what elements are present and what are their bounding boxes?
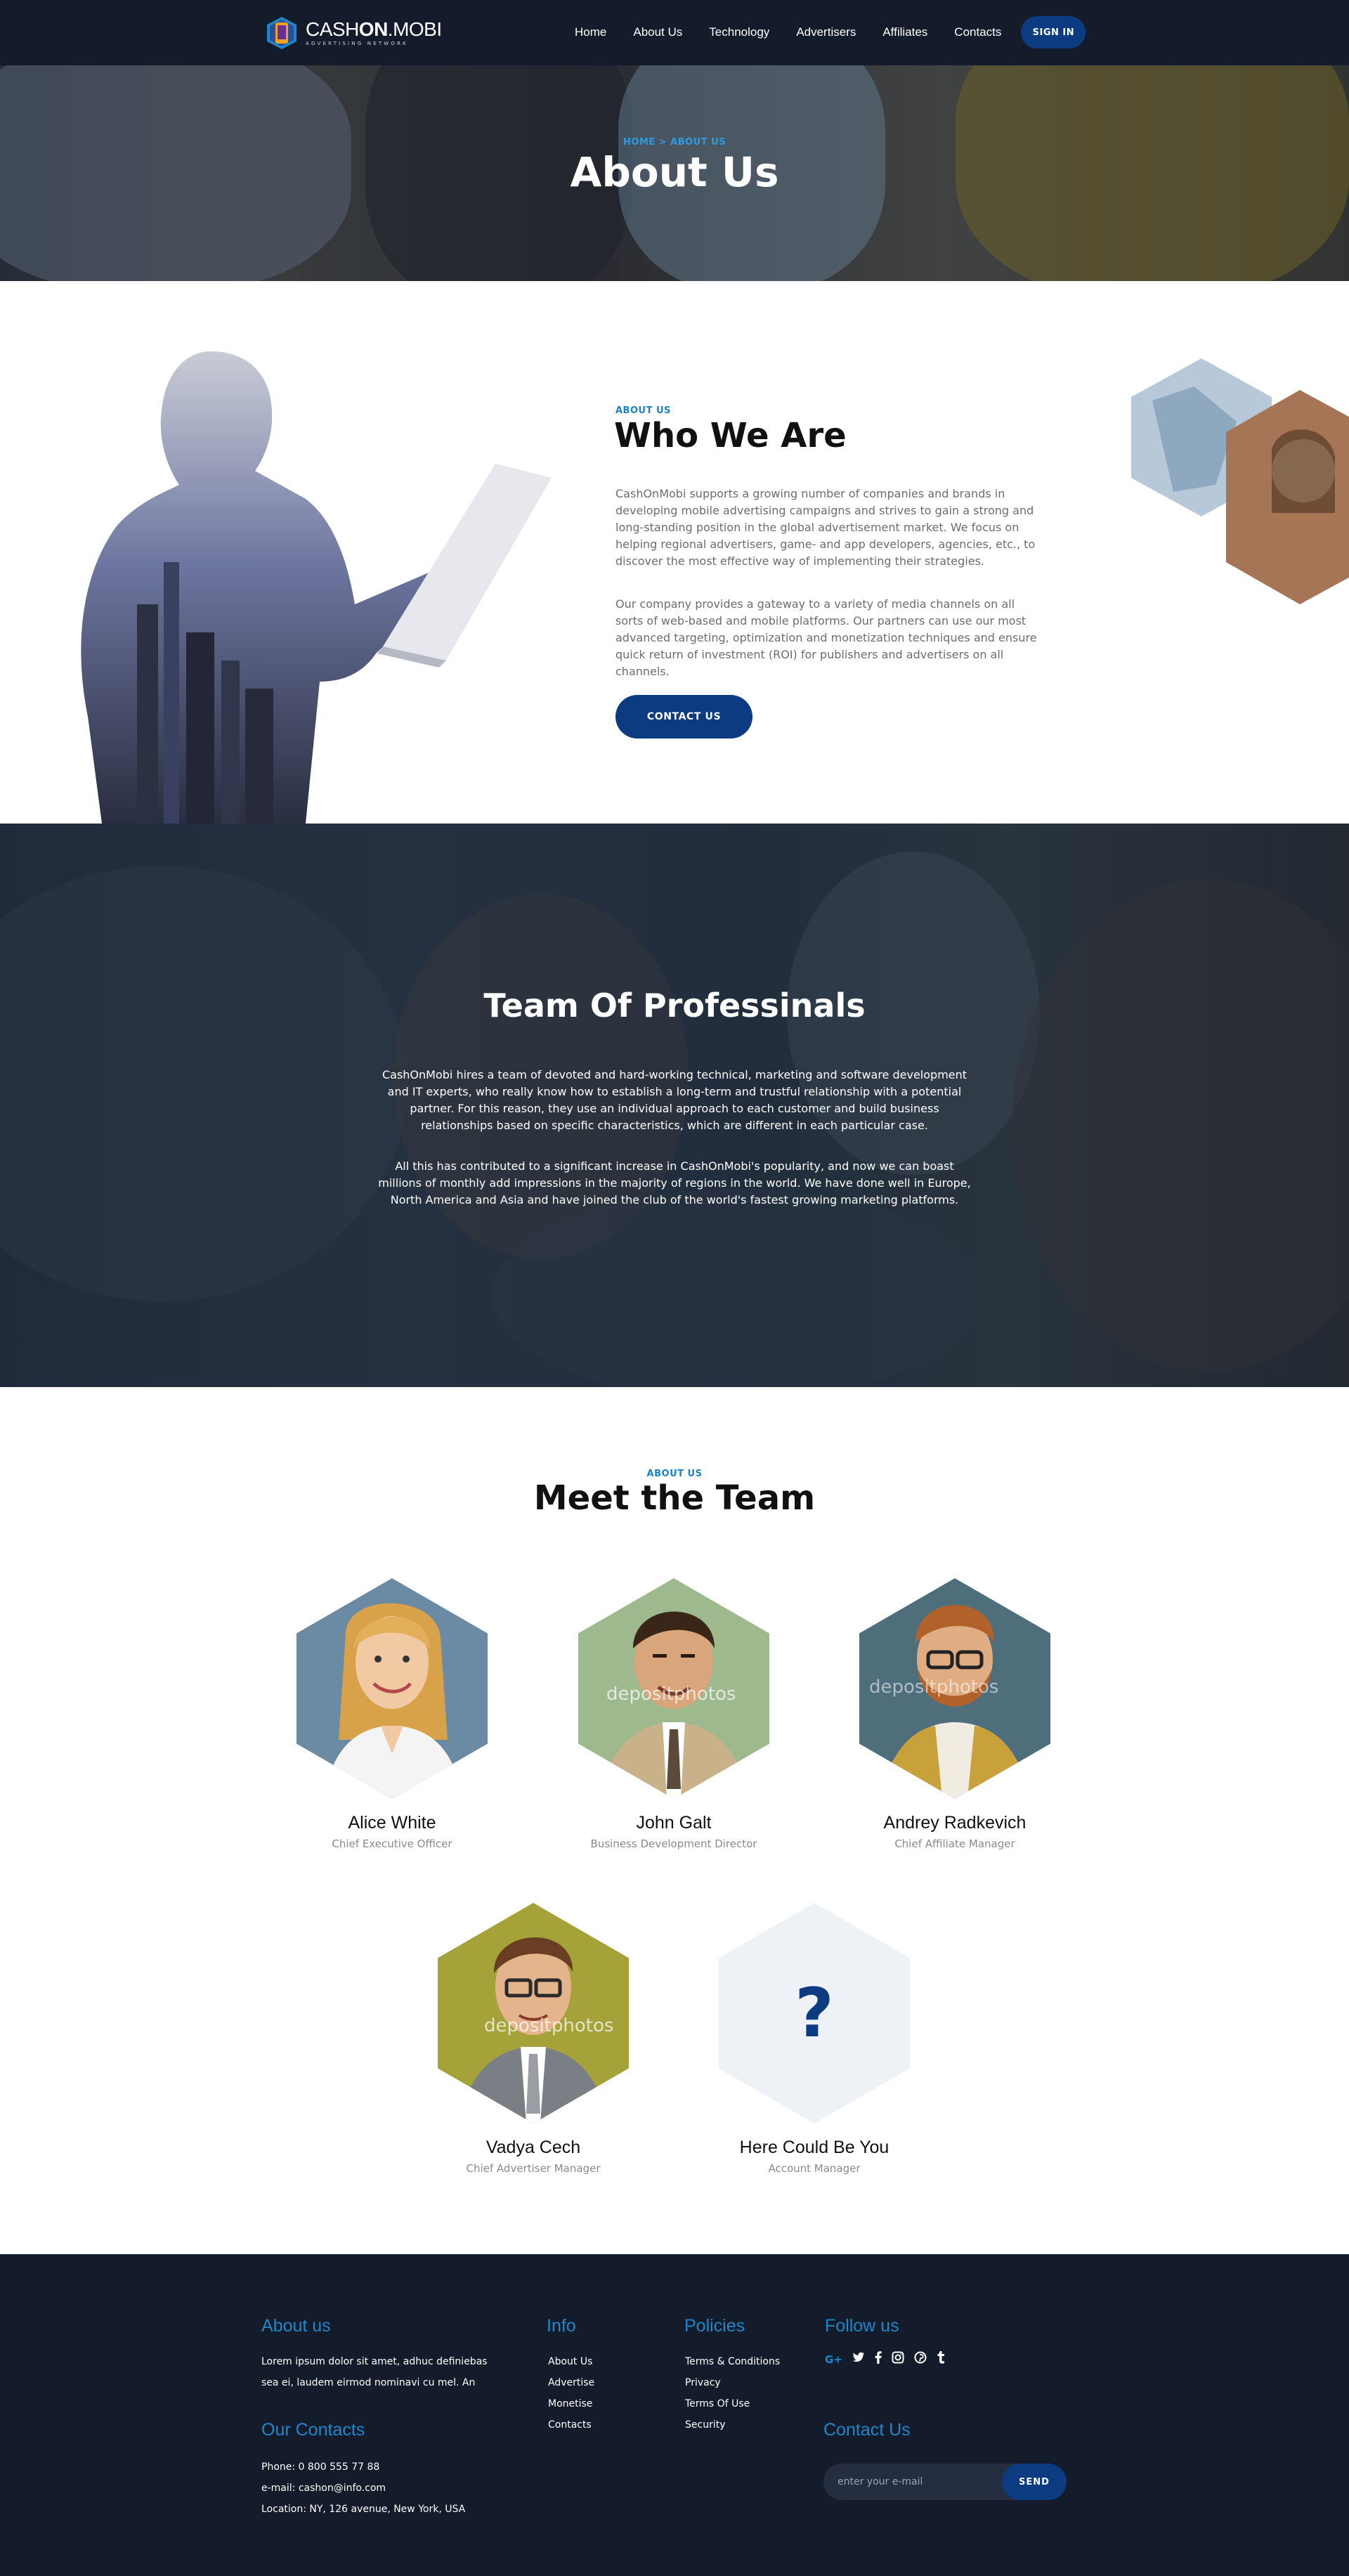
footer-subscribe-heading: Contact Us [823, 2420, 911, 2440]
subscribe-form: SEND [823, 2464, 1067, 2500]
site-header: CASHON.MOBI ADVERTISING NETWORK Home Abo… [0, 0, 1349, 65]
site-footer: About us Lorem ipsum dolor sit amet, adh… [0, 2254, 1349, 2576]
main-nav: Home About Us Technology Advertisers Aff… [575, 16, 1086, 48]
email-input[interactable] [838, 2464, 978, 2500]
footer-policies-links: Terms & Conditions Privacy Terms Of Use … [685, 2351, 780, 2435]
nav-advertisers[interactable]: Advertisers [796, 25, 856, 39]
footer-contacts-details: Phone: 0 800 555 77 88 e-mail: cashon@in… [261, 2457, 465, 2520]
nav-technology[interactable]: Technology [709, 25, 769, 39]
team-member-card[interactable]: depositphotos Vadya Cech Chief Advertise… [421, 1903, 646, 2175]
social-links: G+ [825, 2351, 955, 2367]
placeholder-avatar: ? [719, 1903, 910, 2123]
member-role: Chief Advertiser Manager [466, 2162, 601, 2175]
footer-link-contacts[interactable]: Contacts [548, 2414, 594, 2435]
member-name: Andrey Radkevich [883, 1813, 1027, 1833]
send-button[interactable]: SEND [1002, 2464, 1067, 2500]
member-role: Business Development Director [590, 1837, 757, 1850]
businessman-city-silhouette [81, 351, 552, 824]
contact-phone: Phone: 0 800 555 77 88 [261, 2461, 380, 2473]
footer-policies-heading: Policies [684, 2316, 745, 2336]
nav-affiliates[interactable]: Affiliates [882, 25, 927, 39]
logo-icon [263, 15, 300, 51]
who-we-are-section: ABOUT US Who We Are CashOnMobi supports … [0, 281, 1349, 824]
footer-link-monetise[interactable]: Monetise [548, 2393, 594, 2414]
footer-link-terms-conditions[interactable]: Terms & Conditions [685, 2351, 780, 2372]
question-mark-icon: ? [795, 1974, 834, 2053]
footer-about-heading: About us [261, 2316, 331, 2336]
professionals-paragraph-1: CashOnMobi hires a team of devoted and h… [382, 1068, 967, 1132]
section-title: Who We Are [614, 416, 847, 455]
watermark: depositphotos [484, 2015, 614, 2036]
google-plus-icon[interactable]: G+ [825, 2353, 842, 2366]
pinterest-icon[interactable] [914, 2351, 927, 2367]
team-member-card[interactable]: Alice White Chief Executive Officer [280, 1578, 504, 1850]
tumblr-icon[interactable] [937, 2351, 945, 2367]
hexagon-photos [1131, 358, 1349, 604]
team-of-professionals-section: Team Of Professinals CashOnMobi hires a … [0, 824, 1349, 1387]
member-avatar: depositphotos [438, 1903, 629, 2123]
nav-about-us[interactable]: About Us [633, 25, 682, 39]
who-paragraph-1: CashOnMobi supports a growing number of … [615, 487, 1036, 568]
footer-follow-heading: Follow us [825, 2316, 899, 2336]
footer-contacts-heading: Our Contacts [261, 2420, 365, 2440]
footer-info-heading: Info [547, 2316, 576, 2336]
member-role: Chief Executive Officer [332, 1837, 452, 1850]
footer-link-terms-of-use[interactable]: Terms Of Use [685, 2393, 780, 2414]
member-name: Alice White [348, 1813, 436, 1833]
twitter-icon[interactable] [852, 2352, 865, 2367]
meet-the-team-section: ABOUT US Meet the Team Alice White Chief… [0, 1387, 1349, 2254]
member-avatar [296, 1578, 488, 1799]
member-role: Chief Affiliate Manager [894, 1837, 1015, 1850]
section-kicker: ABOUT US [615, 405, 671, 416]
section-title: Team Of Professinals [483, 987, 866, 1024]
member-name: Vadya Cech [485, 2138, 581, 2157]
facebook-icon[interactable] [875, 2351, 882, 2367]
member-role: Account Manager [768, 2162, 861, 2175]
nav-home[interactable]: Home [575, 25, 606, 39]
professionals-paragraph-2: All this has contributed to a significan… [378, 1159, 971, 1206]
sign-in-button[interactable]: SIGN IN [1021, 16, 1086, 48]
vacancy-card[interactable]: ? Here Could Be You Account Manager [702, 1903, 927, 2175]
breadcrumb[interactable]: HOME > ABOUT US [0, 137, 1349, 148]
team-member-card[interactable]: depositphotos Andrey Radkevich Chief Aff… [842, 1578, 1067, 1850]
member-avatar: depositphotos [578, 1578, 769, 1799]
member-name: Here Could Be You [739, 2138, 889, 2157]
footer-link-security[interactable]: Security [685, 2414, 780, 2435]
contact-email[interactable]: e-mail: cashon@info.com [261, 2478, 465, 2499]
team-member-card[interactable]: depositphotos John Galt Business Develop… [561, 1578, 786, 1850]
page-title: About Us [570, 148, 779, 196]
member-name: John Galt [636, 1813, 712, 1833]
who-paragraph-2: Our company provides a gateway to a vari… [615, 597, 1037, 678]
footer-info-links: About Us Advertise Monetise Contacts [548, 2351, 594, 2435]
logo-tagline: ADVERTISING NETWORK [306, 41, 408, 46]
watermark: depositphotos [606, 1684, 736, 1705]
footer-link-about-us[interactable]: About Us [548, 2351, 594, 2372]
member-avatar: depositphotos [859, 1578, 1050, 1799]
watermark: depositphotos [869, 1677, 999, 1698]
section-kicker: ABOUT US [646, 1469, 703, 1479]
contact-us-button[interactable]: CONTACT US [615, 695, 752, 739]
logo[interactable]: CASHON.MOBI ADVERTISING NETWORK [263, 15, 442, 51]
footer-link-privacy[interactable]: Privacy [685, 2372, 780, 2393]
contact-location: Location: NY, 126 avenue, New York, USA [261, 2504, 466, 2515]
footer-link-advertise[interactable]: Advertise [548, 2372, 594, 2393]
nav-contacts[interactable]: Contacts [954, 25, 1001, 39]
logo-wordmark: CASHON.MOBI [306, 18, 442, 40]
instagram-icon[interactable] [892, 2351, 904, 2367]
page-hero: HOME > ABOUT US About Us [0, 65, 1349, 281]
section-title: Meet the Team [533, 1478, 816, 1518]
footer-about-text: Lorem ipsum dolor sit amet, adhuc defini… [261, 2356, 488, 2388]
